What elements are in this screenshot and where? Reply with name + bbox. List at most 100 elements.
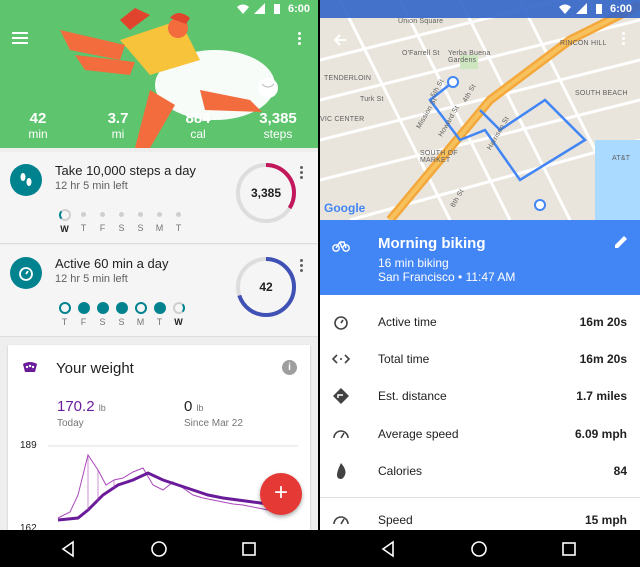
back-nav-icon[interactable] — [60, 540, 78, 558]
fit-home-screen: 6:00 42 min 3.7 mi 884 cal 3,385 steps T… — [0, 0, 318, 567]
home-nav-icon[interactable] — [470, 540, 488, 558]
timer-icon — [334, 316, 348, 330]
day-indicator: S — [112, 301, 131, 327]
weight-title: Your weight — [56, 360, 134, 377]
stat-value: 84 — [613, 464, 627, 478]
day-indicator: S — [93, 301, 112, 327]
stat-value: 15 mph — [584, 513, 627, 527]
stat-label: min — [28, 127, 48, 141]
status-time: 6:00 — [287, 3, 310, 15]
map-label: Turk St — [360, 96, 384, 103]
stat-label: mi — [111, 127, 125, 141]
code-arrows-icon — [332, 354, 350, 364]
hero-header: 6:00 42 min 3.7 mi 884 cal 3,385 steps — [0, 0, 318, 148]
bike-icon — [332, 241, 350, 252]
status-bar: 6:00 — [320, 0, 640, 18]
overflow-menu-icon[interactable] — [622, 32, 626, 48]
day-indicator: F — [74, 301, 93, 327]
weight-change-label: Since Mar 22 — [184, 418, 243, 429]
current-weight-value: 170.2 — [57, 398, 95, 415]
map-label: RINCON HILL — [560, 40, 607, 47]
timer-icon — [10, 257, 42, 289]
map-label: VIC CENTER — [320, 116, 365, 123]
wifi-icon — [558, 4, 571, 14]
day-indicator: M — [131, 301, 150, 327]
stat-value: 42 — [29, 110, 47, 127]
card-overflow-icon[interactable] — [300, 166, 304, 181]
map-label: Union Square — [398, 18, 444, 25]
footsteps-icon — [10, 164, 42, 196]
stat-label: Average speed — [378, 427, 459, 441]
speedometer-icon — [333, 430, 349, 439]
day-indicator: T — [169, 208, 188, 234]
goal-week-days: T F S S M T W — [55, 301, 188, 327]
map-graphic — [320, 0, 640, 220]
signal-icon — [575, 3, 587, 14]
back-nav-icon[interactable] — [380, 540, 398, 558]
speedometer-icon — [333, 516, 349, 525]
day-indicator: W — [169, 301, 188, 327]
map-label: SOUTH BEACH — [575, 90, 628, 97]
overflow-menu-icon[interactable] — [298, 32, 302, 48]
recents-nav-icon[interactable] — [240, 540, 258, 558]
section-divider — [320, 497, 640, 498]
stat-label: Calories — [378, 464, 423, 478]
stat-value: 16m 20s — [579, 352, 627, 366]
edit-icon[interactable] — [613, 234, 629, 250]
stat-row-total-time: Total time 16m 20s — [320, 341, 640, 378]
steps-value: 3,385 — [250, 186, 282, 200]
steps-goal-card[interactable]: Take 10,000 steps a day 12 hr 5 min left… — [0, 152, 318, 244]
route-map[interactable]: 6:00 Union Square O'Farrell St Yerba Bue… — [320, 0, 640, 220]
stat-row-average-speed: Average speed 6.09 mph — [320, 416, 640, 453]
stat-label: Est. distance — [378, 389, 447, 403]
current-weight: 170.2 lb — [57, 398, 106, 415]
recents-nav-icon[interactable] — [560, 540, 578, 558]
stat-label: Speed — [378, 513, 413, 527]
weight-change-unit: lb — [196, 403, 204, 413]
day-indicator: F — [93, 208, 112, 234]
card-overflow-icon[interactable] — [300, 259, 304, 274]
stat-value: 884 — [185, 110, 211, 127]
map-label: SOUTH OF MARKET — [420, 150, 458, 164]
weight-change-value: 0 — [184, 398, 193, 415]
day-indicator: W — [55, 208, 74, 234]
day-indicator: M — [150, 208, 169, 234]
current-weight-label: Today — [57, 418, 84, 429]
status-bar: 6:00 — [0, 0, 318, 18]
stat-label: Total time — [378, 352, 430, 366]
home-nav-icon[interactable] — [150, 540, 168, 558]
current-weight-unit: lb — [98, 403, 106, 413]
stat-calories: 884 cal — [168, 110, 228, 142]
goal-time-left: 12 hr 5 min left — [55, 273, 128, 285]
stat-miles: 3.7 mi — [88, 110, 148, 142]
activity-header: Morning biking 16 min biking San Francis… — [320, 220, 640, 295]
stat-row-distance: Est. distance 1.7 miles — [320, 378, 640, 415]
stat-row-calories: Calories 84 — [320, 453, 640, 490]
system-nav-bar — [320, 530, 640, 567]
goal-title: Active 60 min a day — [55, 256, 169, 271]
day-indicator: S — [131, 208, 150, 234]
signal-icon — [253, 3, 265, 14]
stat-row-active-time: Active time 16m 20s — [320, 304, 640, 341]
stat-label: cal — [190, 127, 206, 141]
activity-title: Morning biking — [378, 235, 486, 252]
map-label: O'Farrell St — [402, 50, 440, 57]
active-minutes-goal-card[interactable]: Active 60 min a day 12 hr 5 min left T F… — [0, 245, 318, 337]
map-label: TENDERLOIN — [324, 75, 372, 82]
google-logo: Google — [324, 201, 366, 215]
menu-icon[interactable] — [12, 32, 28, 46]
stat-minutes: 42 min — [8, 110, 68, 142]
map-label: Yerba Buena Gardens — [448, 50, 491, 64]
activity-duration: 16 min biking — [378, 256, 449, 270]
battery-icon — [595, 4, 602, 14]
stat-steps: 3,385 steps — [248, 110, 308, 142]
stat-label: Active time — [378, 315, 437, 329]
add-button[interactable]: + — [260, 473, 302, 515]
day-indicator: T — [74, 208, 93, 234]
stat-value: 1.7 miles — [576, 389, 627, 403]
info-icon[interactable]: i — [282, 360, 297, 375]
stat-value: 3,385 — [259, 110, 297, 127]
status-time: 6:00 — [609, 3, 632, 15]
wifi-icon — [236, 4, 249, 14]
back-arrow-icon[interactable] — [332, 32, 348, 48]
